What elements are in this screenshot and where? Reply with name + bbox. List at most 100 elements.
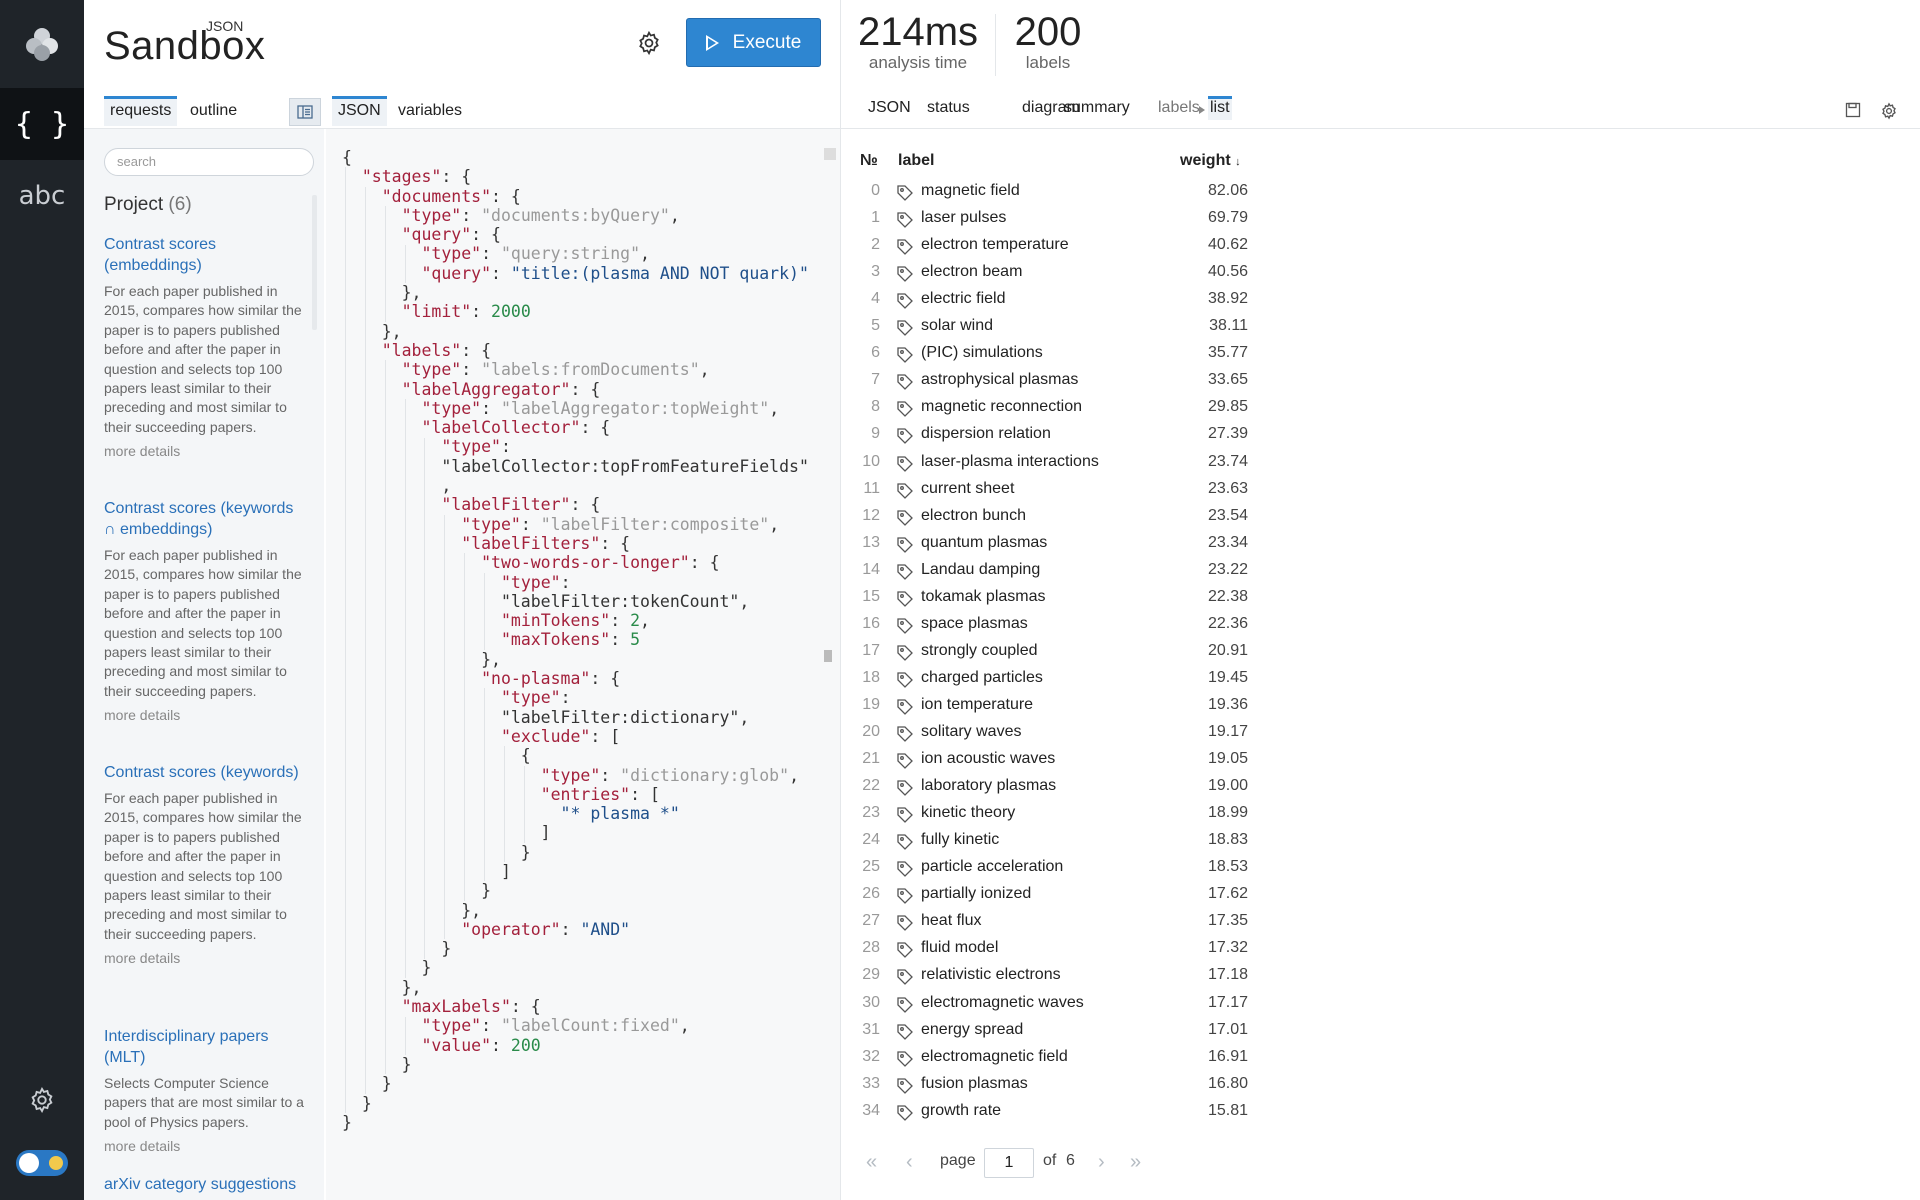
table-row[interactable]: 19 ion temperature 19.36 [860, 696, 1260, 723]
table-row[interactable]: 26 partially ionized 17.62 [860, 885, 1260, 912]
column-header-label[interactable]: label [898, 152, 934, 170]
editor-scrollbar-thumb[interactable] [824, 650, 832, 662]
more-details-link[interactable]: more details [104, 707, 304, 723]
request-title[interactable]: arXiv category suggestions [104, 1174, 304, 1195]
editor-scroll-marker[interactable] [824, 148, 836, 160]
row-label[interactable]: laboratory plasmas [921, 777, 1056, 795]
tab-json[interactable]: JSON [332, 96, 387, 126]
table-row[interactable]: 6 (PIC) simulations 35.77 [860, 344, 1260, 371]
table-row[interactable]: 12 electron bunch 23.54 [860, 507, 1260, 534]
row-label[interactable]: quantum plasmas [921, 534, 1047, 552]
tab-outline[interactable]: outline [184, 96, 243, 126]
table-row[interactable]: 30 electromagnetic waves 17.17 [860, 994, 1260, 1021]
tab-list[interactable]: list [1208, 96, 1232, 120]
row-label[interactable]: solitary waves [921, 723, 1021, 741]
row-label[interactable]: current sheet [921, 480, 1014, 498]
toggle-list-button[interactable] [289, 98, 321, 126]
tab-labels[interactable]: labels [1156, 96, 1202, 120]
table-row[interactable]: 14 Landau damping 23.22 [860, 561, 1260, 588]
row-label[interactable]: fusion plasmas [921, 1075, 1028, 1093]
row-label[interactable]: solar wind [921, 317, 993, 335]
row-label[interactable]: heat flux [921, 912, 981, 930]
table-row[interactable]: 8 magnetic reconnection 29.85 [860, 398, 1260, 425]
row-label[interactable]: strongly coupled [921, 642, 1038, 660]
page-number-input[interactable]: 1 [984, 1148, 1034, 1178]
last-page-button[interactable]: » [1130, 1151, 1141, 1174]
request-settings-button[interactable] [636, 30, 662, 56]
row-label[interactable]: charged particles [921, 669, 1043, 687]
table-row[interactable]: 20 solitary waves 19.17 [860, 723, 1260, 750]
table-row[interactable]: 29 relativistic electrons 17.18 [860, 966, 1260, 993]
tab-variables[interactable]: variables [392, 96, 468, 126]
list-item[interactable]: Contrast scores (embeddings) For each pa… [104, 234, 304, 459]
list-item[interactable]: Contrast scores (keywords) For each pape… [104, 762, 304, 966]
row-label[interactable]: Landau damping [921, 561, 1040, 579]
row-label[interactable]: energy spread [921, 1021, 1023, 1039]
execute-button[interactable]: Execute [686, 18, 821, 67]
table-row[interactable]: 9 dispersion relation 27.39 [860, 425, 1260, 452]
row-label[interactable]: magnetic field [921, 182, 1020, 200]
table-row[interactable]: 16 space plasmas 22.36 [860, 615, 1260, 642]
row-label[interactable]: electromagnetic field [921, 1048, 1068, 1066]
tab-summary[interactable]: summary [1062, 96, 1132, 120]
search-input[interactable]: search [104, 148, 314, 176]
table-row[interactable]: 1 laser pulses 69.79 [860, 209, 1260, 236]
request-title[interactable]: Interdisciplinary papers (MLT) [104, 1026, 304, 1068]
first-page-button[interactable]: « [866, 1151, 877, 1174]
row-label[interactable]: electric field [921, 290, 1005, 308]
request-title[interactable]: Contrast scores (keywords ∩ embeddings) [104, 498, 304, 540]
row-label[interactable]: (PIC) simulations [921, 344, 1043, 362]
row-label[interactable]: ion temperature [921, 696, 1033, 714]
next-page-button[interactable]: › [1098, 1151, 1105, 1174]
tab-result-json[interactable]: JSON [866, 96, 913, 120]
prev-page-button[interactable]: ‹ [906, 1151, 913, 1174]
table-row[interactable]: 25 particle acceleration 18.53 [860, 858, 1260, 885]
row-label[interactable]: kinetic theory [921, 804, 1015, 822]
table-row[interactable]: 5 solar wind 38.11 [860, 317, 1260, 344]
table-row[interactable]: 34 growth rate 15.81 [860, 1102, 1260, 1129]
request-list-scrollbar[interactable] [312, 195, 317, 330]
row-label[interactable]: laser-plasma interactions [921, 453, 1099, 471]
save-button[interactable] [1845, 102, 1861, 118]
table-row[interactable]: 0 magnetic field 82.06 [860, 182, 1260, 209]
row-label[interactable]: dispersion relation [921, 425, 1051, 443]
text-mode-button[interactable]: abc [0, 160, 84, 232]
table-row[interactable]: 18 charged particles 19.45 [860, 669, 1260, 696]
rail-settings-button[interactable] [0, 1080, 84, 1120]
tab-requests[interactable]: requests [104, 96, 178, 126]
table-row[interactable]: 32 electromagnetic field 16.91 [860, 1048, 1260, 1075]
list-item[interactable]: Interdisciplinary papers (MLT) Selects C… [104, 1026, 304, 1154]
row-label[interactable]: ion acoustic waves [921, 750, 1055, 768]
row-label[interactable]: electron temperature [921, 236, 1069, 254]
request-title[interactable]: Contrast scores (keywords) [104, 762, 304, 783]
table-row[interactable]: 31 energy spread 17.01 [860, 1021, 1260, 1048]
row-label[interactable]: electromagnetic waves [921, 994, 1084, 1012]
table-row[interactable]: 11 current sheet 23.63 [860, 480, 1260, 507]
table-row[interactable]: 4 electric field 38.92 [860, 290, 1260, 317]
column-header-weight[interactable]: weight ↓ [1180, 152, 1241, 170]
table-row[interactable]: 24 fully kinetic 18.83 [860, 831, 1260, 858]
table-row[interactable]: 33 fusion plasmas 16.80 [860, 1075, 1260, 1102]
table-row[interactable]: 7 astrophysical plasmas 33.65 [860, 371, 1260, 398]
table-row[interactable]: 15 tokamak plasmas 22.38 [860, 588, 1260, 615]
list-item[interactable]: arXiv category suggestions [104, 1174, 304, 1195]
table-row[interactable]: 2 electron temperature 40.62 [860, 236, 1260, 263]
row-label[interactable]: laser pulses [921, 209, 1006, 227]
table-row[interactable]: 10 laser-plasma interactions 23.74 [860, 453, 1260, 480]
table-row[interactable]: 27 heat flux 17.35 [860, 912, 1260, 939]
table-row[interactable]: 22 laboratory plasmas 19.00 [860, 777, 1260, 804]
table-row[interactable]: 23 kinetic theory 18.99 [860, 804, 1260, 831]
row-label[interactable]: magnetic reconnection [921, 398, 1082, 416]
row-label[interactable]: partially ionized [921, 885, 1031, 903]
row-label[interactable]: fully kinetic [921, 831, 999, 849]
list-item[interactable]: Contrast scores (keywords ∩ embeddings) … [104, 498, 304, 723]
tab-status[interactable]: status [925, 96, 972, 120]
row-label[interactable]: relativistic electrons [921, 966, 1061, 984]
row-label[interactable]: growth rate [921, 1102, 1001, 1120]
more-details-link[interactable]: more details [104, 950, 304, 966]
table-row[interactable]: 28 fluid model 17.32 [860, 939, 1260, 966]
results-settings-button[interactable] [1880, 102, 1898, 120]
row-label[interactable]: electron bunch [921, 507, 1026, 525]
theme-toggle[interactable] [16, 1150, 68, 1176]
row-label[interactable]: space plasmas [921, 615, 1028, 633]
